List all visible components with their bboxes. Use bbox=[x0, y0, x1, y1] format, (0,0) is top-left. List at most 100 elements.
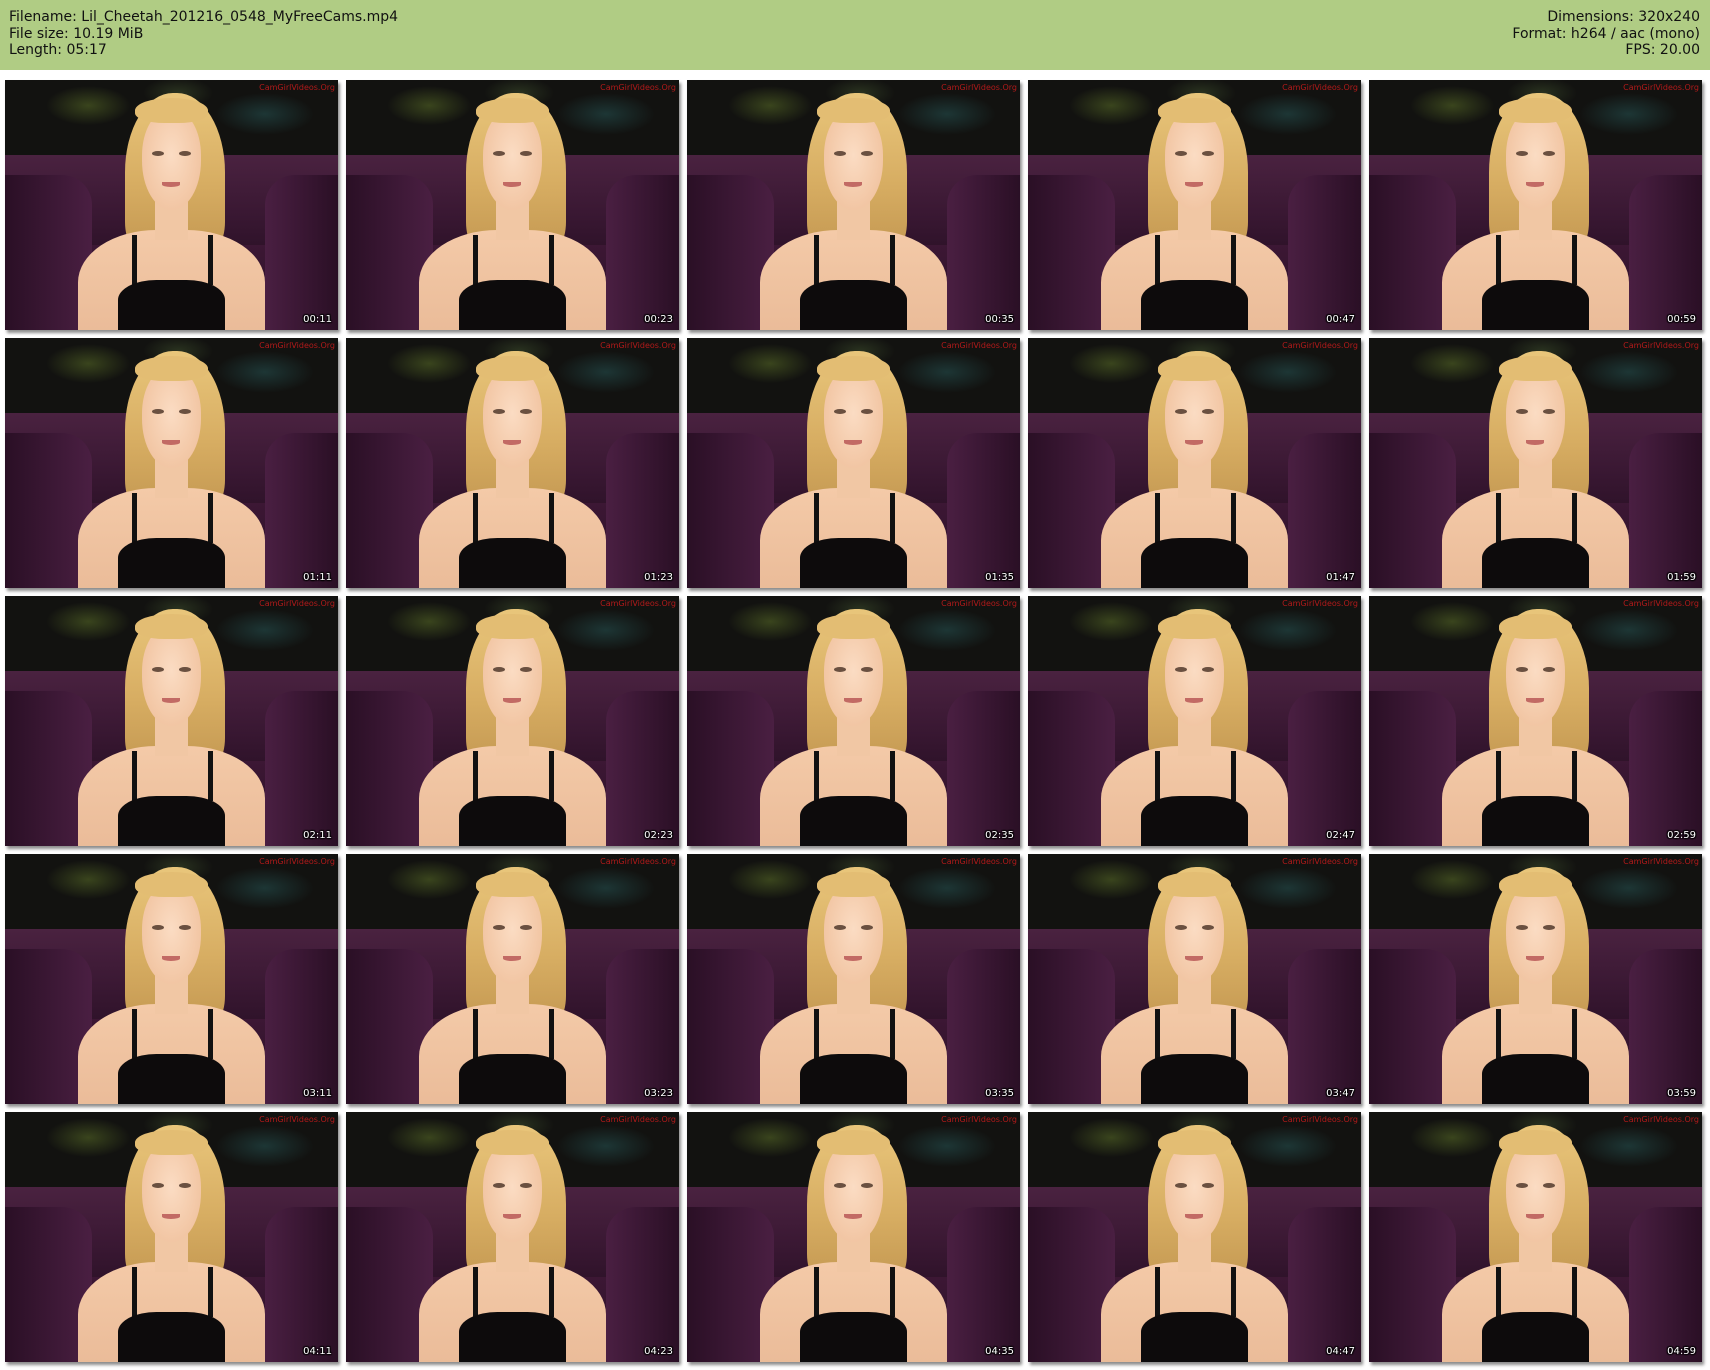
bra bbox=[1482, 538, 1589, 588]
strap-right bbox=[1231, 751, 1237, 801]
strap-right bbox=[1231, 1009, 1237, 1059]
eye-right bbox=[519, 667, 532, 672]
person-figure bbox=[1369, 596, 1702, 846]
eye-right bbox=[860, 925, 873, 930]
strap-right bbox=[890, 1009, 896, 1059]
eye-right bbox=[178, 667, 191, 672]
strap-right bbox=[208, 235, 214, 285]
eye-right bbox=[519, 409, 532, 414]
person-figure bbox=[1028, 338, 1361, 588]
person-figure bbox=[5, 80, 338, 330]
eye-right bbox=[860, 1183, 873, 1188]
watermark-text: CamGirlVideos.Org bbox=[941, 341, 1017, 350]
video-thumbnail[interactable]: CamGirlVideos.Org 00:11 bbox=[5, 80, 338, 330]
video-thumbnail[interactable]: CamGirlVideos.Org 01:47 bbox=[1028, 338, 1361, 588]
timestamp-label: 04:47 bbox=[1326, 1346, 1355, 1357]
video-thumbnail[interactable]: CamGirlVideos.Org 04:11 bbox=[5, 1112, 338, 1362]
video-thumbnail[interactable]: CamGirlVideos.Org 03:47 bbox=[1028, 854, 1361, 1104]
face bbox=[482, 626, 543, 726]
watermark-text: CamGirlVideos.Org bbox=[600, 341, 676, 350]
person-figure bbox=[1028, 80, 1361, 330]
video-thumbnail[interactable]: CamGirlVideos.Org 03:11 bbox=[5, 854, 338, 1104]
person-figure bbox=[1369, 338, 1702, 588]
timestamp-label: 04:35 bbox=[985, 1346, 1014, 1357]
video-thumbnail[interactable]: CamGirlVideos.Org 00:59 bbox=[1369, 80, 1702, 330]
bra bbox=[459, 280, 566, 330]
video-thumbnail[interactable]: CamGirlVideos.Org 01:59 bbox=[1369, 338, 1702, 588]
strap-right bbox=[1572, 235, 1578, 285]
strap-left bbox=[472, 493, 478, 543]
eye-left bbox=[493, 667, 506, 672]
eye-left bbox=[1516, 151, 1529, 156]
hair-fringe bbox=[816, 871, 891, 897]
mouth bbox=[844, 440, 863, 445]
strap-left bbox=[1495, 751, 1501, 801]
watermark-text: CamGirlVideos.Org bbox=[259, 857, 335, 866]
eye-right bbox=[1201, 667, 1214, 672]
eye-left bbox=[1516, 667, 1529, 672]
eye-right bbox=[1201, 925, 1214, 930]
face bbox=[1505, 1142, 1566, 1242]
bra bbox=[459, 538, 566, 588]
strap-left bbox=[472, 1267, 478, 1317]
eye-left bbox=[152, 1183, 165, 1188]
mouth bbox=[844, 182, 863, 187]
eye-left bbox=[1175, 667, 1188, 672]
eye-right bbox=[1542, 151, 1555, 156]
eye-left bbox=[152, 667, 165, 672]
video-thumbnail[interactable]: CamGirlVideos.Org 03:23 bbox=[346, 854, 679, 1104]
eye-right bbox=[1542, 925, 1555, 930]
video-thumbnail[interactable]: CamGirlVideos.Org 03:35 bbox=[687, 854, 1020, 1104]
video-thumbnail[interactable]: CamGirlVideos.Org 02:47 bbox=[1028, 596, 1361, 846]
timestamp-label: 00:47 bbox=[1326, 314, 1355, 325]
bra bbox=[459, 796, 566, 846]
strap-right bbox=[208, 751, 214, 801]
eye-left bbox=[834, 925, 847, 930]
watermark-text: CamGirlVideos.Org bbox=[1282, 341, 1358, 350]
video-thumbnail[interactable]: CamGirlVideos.Org 04:35 bbox=[687, 1112, 1020, 1362]
strap-left bbox=[813, 751, 819, 801]
video-thumbnail[interactable]: CamGirlVideos.Org 01:35 bbox=[687, 338, 1020, 588]
mouth bbox=[162, 956, 181, 961]
video-thumbnail[interactable]: CamGirlVideos.Org 04:23 bbox=[346, 1112, 679, 1362]
video-thumbnail[interactable]: CamGirlVideos.Org 02:23 bbox=[346, 596, 679, 846]
eye-left bbox=[152, 409, 165, 414]
face bbox=[1164, 368, 1225, 468]
face bbox=[482, 110, 543, 210]
watermark-text: CamGirlVideos.Org bbox=[1623, 857, 1699, 866]
bra bbox=[1482, 1054, 1589, 1104]
video-thumbnail[interactable]: CamGirlVideos.Org 02:11 bbox=[5, 596, 338, 846]
video-thumbnail[interactable]: CamGirlVideos.Org 02:59 bbox=[1369, 596, 1702, 846]
mouth bbox=[1185, 956, 1204, 961]
eye-left bbox=[834, 1183, 847, 1188]
hair-fringe bbox=[475, 613, 550, 639]
video-thumbnail[interactable]: CamGirlVideos.Org 02:35 bbox=[687, 596, 1020, 846]
video-thumbnail[interactable]: CamGirlVideos.Org 01:23 bbox=[346, 338, 679, 588]
strap-right bbox=[549, 493, 555, 543]
face bbox=[823, 626, 884, 726]
video-thumbnail[interactable]: CamGirlVideos.Org 00:23 bbox=[346, 80, 679, 330]
face bbox=[823, 368, 884, 468]
eye-left bbox=[1175, 1183, 1188, 1188]
watermark-text: CamGirlVideos.Org bbox=[600, 83, 676, 92]
video-thumbnail[interactable]: CamGirlVideos.Org 00:47 bbox=[1028, 80, 1361, 330]
hair-fringe bbox=[475, 1129, 550, 1155]
video-thumbnail[interactable]: CamGirlVideos.Org 04:59 bbox=[1369, 1112, 1702, 1362]
strap-right bbox=[1231, 1267, 1237, 1317]
strap-right bbox=[890, 1267, 896, 1317]
strap-right bbox=[208, 493, 214, 543]
mouth bbox=[1526, 956, 1545, 961]
video-thumbnail[interactable]: CamGirlVideos.Org 03:59 bbox=[1369, 854, 1702, 1104]
hair-fringe bbox=[1157, 871, 1232, 897]
watermark-text: CamGirlVideos.Org bbox=[941, 857, 1017, 866]
eye-right bbox=[178, 409, 191, 414]
hair-fringe bbox=[1498, 97, 1573, 123]
hair-fringe bbox=[1157, 355, 1232, 381]
mouth bbox=[844, 1214, 863, 1219]
video-thumbnail[interactable]: CamGirlVideos.Org 01:11 bbox=[5, 338, 338, 588]
watermark-text: CamGirlVideos.Org bbox=[941, 83, 1017, 92]
video-thumbnail[interactable]: CamGirlVideos.Org 04:47 bbox=[1028, 1112, 1361, 1362]
video-thumbnail[interactable]: CamGirlVideos.Org 00:35 bbox=[687, 80, 1020, 330]
hair-fringe bbox=[1157, 1129, 1232, 1155]
strap-left bbox=[1495, 493, 1501, 543]
